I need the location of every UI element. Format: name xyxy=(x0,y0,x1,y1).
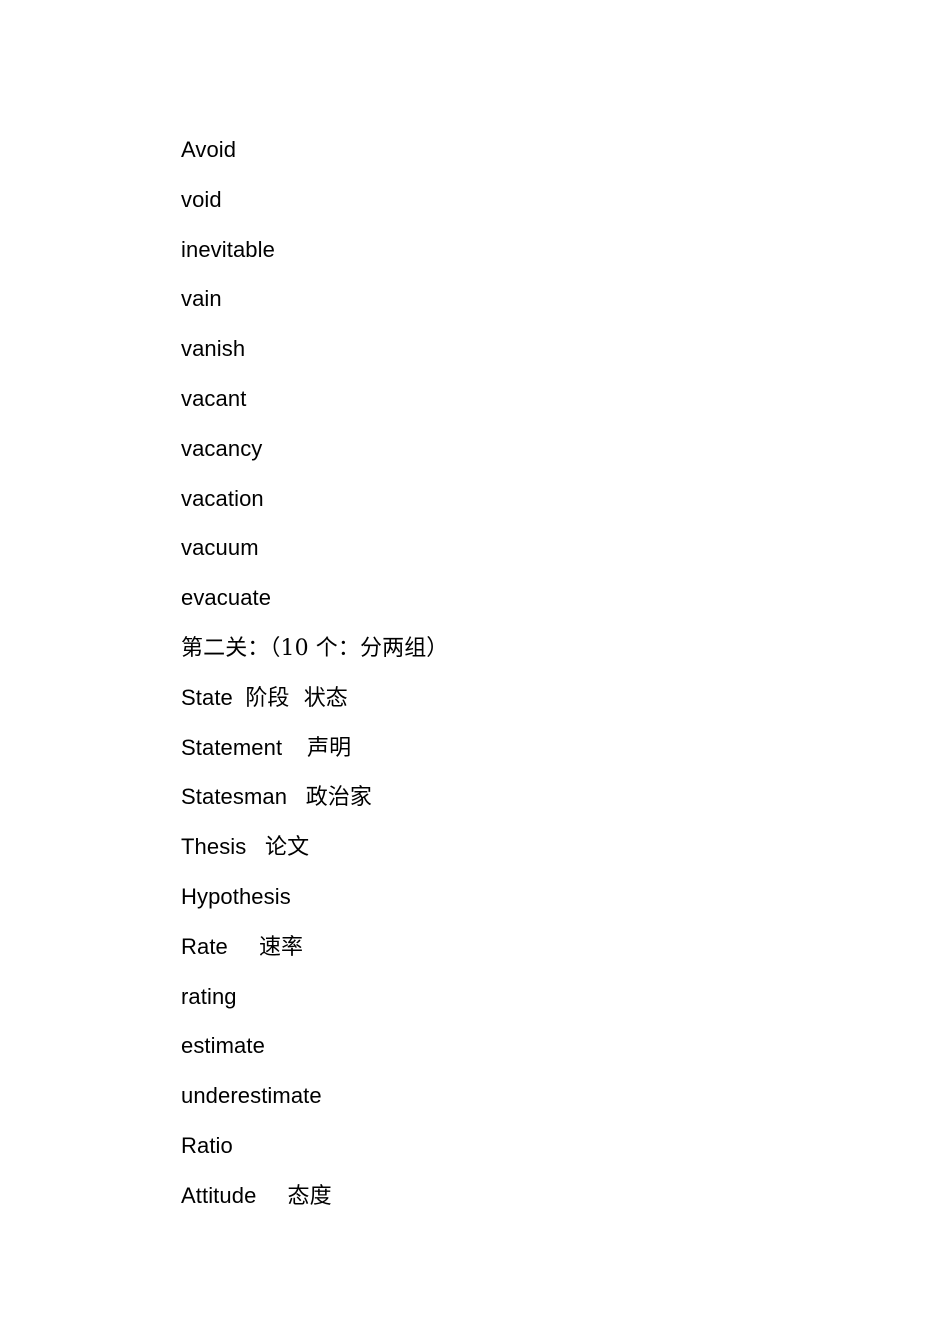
vocab-line-vacant: vacant xyxy=(181,383,448,433)
vocab-line-rating: rating xyxy=(181,981,448,1031)
vocab-line-rate: Rate 速率 xyxy=(181,931,448,981)
document-page: Avoid void inevitable vain vanish vacant… xyxy=(0,0,950,1344)
vocab-line-statement: Statement 声明 xyxy=(181,732,448,782)
english-word: vanish xyxy=(181,336,246,362)
chinese-meaning: 论文 xyxy=(265,835,310,861)
english-word: State xyxy=(181,684,233,710)
vocab-line-hypothesis: Hypothesis xyxy=(181,881,448,931)
vocab-line-void: void xyxy=(181,184,448,234)
chinese-meaning: 声明 xyxy=(307,735,352,761)
vocab-line-estimate: estimate xyxy=(181,1030,448,1080)
english-word: Rate xyxy=(181,933,228,959)
vocab-line-avoid: Avoid xyxy=(181,134,448,184)
vocab-line-vanish: vanish xyxy=(181,333,448,383)
english-word: evacuate xyxy=(181,585,272,611)
chinese-meaning: 政治家 xyxy=(305,785,373,811)
vocab-line-vacuum: vacuum xyxy=(181,532,448,582)
english-word: vain xyxy=(181,286,222,312)
english-word: vacation xyxy=(181,485,264,511)
vocab-line-vain: vain xyxy=(181,283,448,333)
chinese-meaning: 阶段 状态 xyxy=(245,685,348,711)
vocab-line-underestimate: underestimate xyxy=(181,1080,448,1130)
english-word: estimate xyxy=(181,1033,265,1059)
english-word: Hypothesis xyxy=(181,883,291,909)
english-word: Ratio xyxy=(181,1132,233,1158)
english-word: inevitable xyxy=(181,236,275,262)
english-word: Thesis xyxy=(181,834,247,860)
vocab-line-thesis: Thesis 论文 xyxy=(181,831,448,881)
english-word: Avoid xyxy=(181,137,237,162)
english-word: Statesman xyxy=(181,784,288,810)
english-word: void xyxy=(181,186,222,212)
vocab-line-vacation: vacation xyxy=(181,483,448,533)
english-word: vacancy xyxy=(181,435,263,461)
vocab-line-vacancy: vacancy xyxy=(181,433,448,483)
english-word: vacuum xyxy=(181,535,259,561)
chinese-meaning: 速率 xyxy=(258,934,304,960)
vocab-line-state: State 阶段 状态 xyxy=(181,682,448,732)
chinese-meaning: 态度 xyxy=(287,1183,332,1209)
vocab-line-evacuate: evacuate xyxy=(181,582,448,632)
english-word: vacant xyxy=(181,385,247,411)
english-word: Statement xyxy=(181,734,283,760)
vocab-line-inevitable: inevitable xyxy=(181,234,448,284)
vocab-line-attitude: Attitude 态度 xyxy=(181,1180,448,1230)
vocab-line-ratio: Ratio xyxy=(181,1130,448,1180)
section-heading-level-two: 第二关：（10 个：分两组） xyxy=(181,632,448,682)
vocab-line-statesman: Statesman 政治家 xyxy=(181,781,448,831)
section-heading-text: 第二关：（10 个：分两组） xyxy=(181,635,449,661)
english-word: rating xyxy=(181,983,237,1009)
vocabulary-list: Avoid void inevitable vain vanish vacant… xyxy=(181,134,448,1230)
english-word: Attitude xyxy=(181,1182,257,1208)
english-word: underestimate xyxy=(181,1083,322,1109)
